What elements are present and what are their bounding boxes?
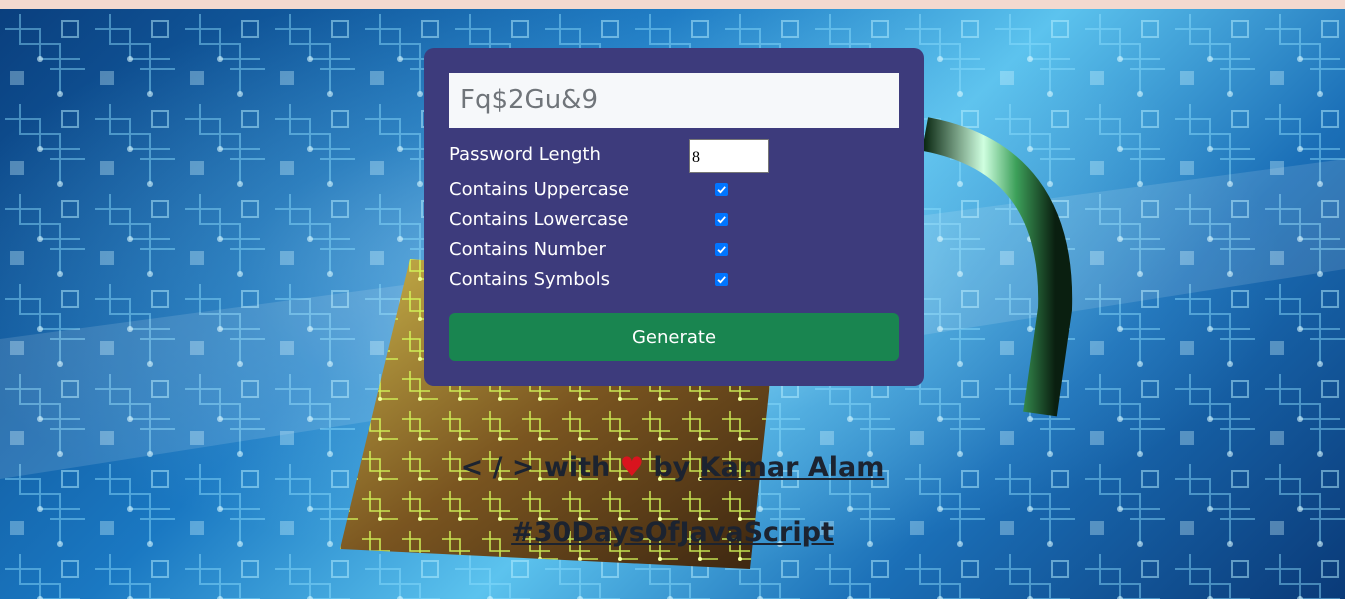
generate-button[interactable]: Generate xyxy=(449,313,899,361)
by-text: by xyxy=(653,452,691,483)
symbols-checkbox[interactable] xyxy=(715,273,728,286)
option-row-symbols: Contains Symbols xyxy=(449,265,899,295)
number-label: Contains Number xyxy=(449,239,606,260)
length-input[interactable]: 8 xyxy=(689,139,769,173)
check-icon xyxy=(717,216,726,224)
with-text: with xyxy=(543,452,611,483)
generated-password-field[interactable]: Fq$2Gu&9 xyxy=(449,73,899,128)
uppercase-checkbox[interactable] xyxy=(715,183,728,196)
password-generator-card: Fq$2Gu&9 Password Length 8 Contains Uppe… xyxy=(424,48,924,386)
length-row: Password Length 8 xyxy=(449,139,899,173)
length-label: Password Length xyxy=(449,144,601,165)
option-row-lowercase: Contains Lowercase xyxy=(449,205,899,235)
check-icon xyxy=(717,276,726,284)
credit-line: < / > with ♥ by Kamar Alam xyxy=(0,452,1345,483)
author-link[interactable]: Kamar Alam xyxy=(700,452,885,483)
option-row-number: Contains Number xyxy=(449,235,899,265)
lowercase-label: Contains Lowercase xyxy=(449,209,629,230)
top-strip xyxy=(0,0,1345,9)
lowercase-checkbox[interactable] xyxy=(715,213,728,226)
code-symbol: < / > xyxy=(460,452,535,483)
symbols-label: Contains Symbols xyxy=(449,269,611,290)
hashtag-link[interactable]: #30DaysOfJavaScript xyxy=(0,517,1345,548)
number-checkbox[interactable] xyxy=(715,243,728,256)
option-row-uppercase: Contains Uppercase xyxy=(449,175,899,205)
uppercase-label: Contains Uppercase xyxy=(449,179,630,200)
check-icon xyxy=(717,186,726,194)
check-icon xyxy=(717,246,726,254)
heart-icon: ♥ xyxy=(619,452,644,483)
